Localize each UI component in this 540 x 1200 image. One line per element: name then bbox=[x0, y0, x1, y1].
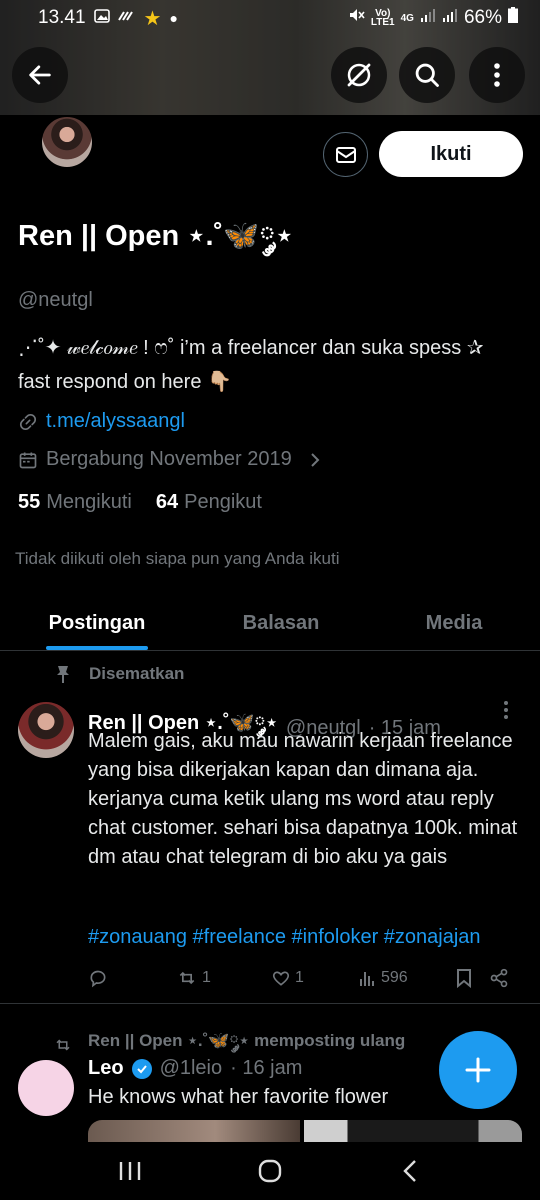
follow-counts: 55 Mengikuti 64 Pengikut bbox=[18, 491, 262, 514]
repost-author-avatar[interactable] bbox=[18, 1060, 74, 1116]
reply-button[interactable] bbox=[88, 968, 176, 988]
signal-icon-2 bbox=[442, 7, 458, 29]
signal-icon-1 bbox=[420, 7, 436, 29]
recent-apps-button[interactable] bbox=[100, 1151, 160, 1191]
verified-badge-icon bbox=[131, 1058, 152, 1079]
reply-icon bbox=[90, 970, 106, 988]
post-hashtags: #zonauang #freelance #infoloker #zonajaj… bbox=[88, 926, 533, 949]
profile-tabs: Postingan Balasan Media bbox=[0, 596, 540, 651]
tab-replies[interactable]: Balasan bbox=[194, 596, 368, 650]
profile-display-name: Ren || Open ⋆.˚🦋༘⋆ bbox=[18, 220, 294, 252]
pinned-label: Disematkan bbox=[55, 664, 184, 684]
hashtag-link[interactable]: #freelance bbox=[193, 926, 286, 948]
hashtag-link[interactable]: #infoloker bbox=[292, 926, 379, 948]
post-divider bbox=[0, 1003, 540, 1004]
battery-percent: 66% bbox=[463, 7, 502, 28]
link-icon bbox=[19, 413, 37, 430]
hashtag-link[interactable]: #zonauang bbox=[88, 926, 187, 948]
mail-icon bbox=[335, 146, 356, 163]
arrow-left-icon bbox=[29, 65, 51, 85]
home-icon bbox=[258, 1159, 282, 1183]
repost-time: · 16 jam bbox=[230, 1057, 303, 1079]
volte-indicator: Vo) LTE1 bbox=[370, 8, 395, 28]
gallery-icon bbox=[93, 8, 110, 28]
post-text: Malem gais, aku mau nawarin kerjaan free… bbox=[88, 730, 518, 868]
profile-link[interactable]: t.me/alyssaangl bbox=[46, 410, 185, 433]
profile-link-row: t.me/alyssaangl bbox=[18, 410, 185, 433]
back-button[interactable] bbox=[12, 47, 68, 103]
profile-bio: ⋰˚✦ 𝓌𝑒𝓁𝒸𝑜𝓂𝑒 ! ෆ˚ i’m a freelancer dan su… bbox=[18, 331, 528, 399]
battery-icon bbox=[508, 7, 518, 29]
more-options-button[interactable] bbox=[469, 47, 525, 103]
system-back-button[interactable] bbox=[380, 1151, 440, 1191]
repost-button[interactable]: 1 bbox=[176, 968, 271, 988]
pin-icon bbox=[57, 666, 69, 683]
calendar-icon bbox=[19, 452, 37, 468]
recent-apps-icon bbox=[119, 1162, 141, 1180]
profile-handle: @neutgl bbox=[18, 289, 93, 311]
dot-icon: ● bbox=[169, 10, 178, 26]
grok-icon bbox=[347, 63, 371, 87]
following-link[interactable]: 55 Mengikuti bbox=[18, 491, 132, 514]
post-actions: 1 1 596 bbox=[88, 965, 518, 991]
post-avatar[interactable] bbox=[18, 702, 74, 758]
joined-row[interactable]: Bergabung November 2019 bbox=[18, 448, 322, 471]
message-button[interactable] bbox=[323, 132, 368, 177]
grok-button[interactable] bbox=[331, 47, 387, 103]
joined-date: Bergabung November 2019 bbox=[46, 448, 292, 470]
repost-text: He knows what her favorite flower bbox=[88, 1086, 389, 1108]
repost-author[interactable]: Leo bbox=[88, 1057, 124, 1080]
views-icon bbox=[360, 972, 374, 986]
profile-avatar[interactable] bbox=[40, 115, 94, 169]
tab-posts[interactable]: Postingan bbox=[0, 596, 194, 650]
bookmark-icon bbox=[457, 969, 471, 988]
status-bar: 13.41 ★ ● Vo) LTE1 4G 66% bbox=[0, 0, 540, 36]
search-button[interactable] bbox=[399, 47, 455, 103]
like-count: 1 bbox=[295, 969, 304, 986]
signal-activity-icon bbox=[117, 8, 136, 28]
chevron-right-icon bbox=[311, 452, 320, 467]
post-more-button[interactable] bbox=[503, 700, 509, 726]
plus-icon bbox=[465, 1057, 491, 1083]
bio-line-1: ⋰˚✦ 𝓌𝑒𝓁𝒸𝑜𝓂𝑒 ! ෆ˚ i’m a freelancer dan su… bbox=[18, 337, 484, 359]
repost-count: 1 bbox=[202, 969, 211, 986]
share-button[interactable] bbox=[489, 968, 509, 988]
bio-line-2: fast respond on here 👇🏼 bbox=[18, 371, 232, 393]
mute-icon bbox=[347, 6, 365, 30]
views-button[interactable]: 596 bbox=[359, 969, 455, 987]
follow-button[interactable]: Ikuti bbox=[379, 131, 523, 177]
not-followed-notice: Tidak diikuti oleh siapa pun yang Anda i… bbox=[15, 549, 340, 568]
repost-header: Leo @1leio · 16 jam bbox=[88, 1057, 302, 1080]
compose-post-button[interactable] bbox=[439, 1031, 517, 1109]
like-button[interactable]: 1 bbox=[271, 968, 359, 988]
bookmark-button[interactable] bbox=[455, 968, 489, 988]
home-button[interactable] bbox=[240, 1151, 300, 1191]
views-count: 596 bbox=[381, 969, 408, 986]
repost-icon bbox=[179, 971, 195, 985]
star-icon: ★ bbox=[143, 7, 162, 30]
more-vertical-icon bbox=[504, 701, 508, 719]
repost-handle[interactable]: @1leio bbox=[160, 1057, 223, 1080]
chevron-left-icon bbox=[403, 1160, 416, 1182]
tab-media[interactable]: Media bbox=[368, 596, 540, 650]
search-icon bbox=[415, 63, 439, 87]
followers-link[interactable]: 64 Pengikut bbox=[156, 491, 262, 514]
more-vertical-icon bbox=[494, 63, 500, 87]
heart-icon bbox=[272, 971, 290, 986]
system-nav-bar bbox=[0, 1142, 540, 1200]
status-time: 13.41 bbox=[38, 7, 86, 28]
hashtag-link[interactable]: #zonajajan bbox=[384, 926, 481, 948]
repost-icon bbox=[56, 1039, 70, 1051]
share-icon bbox=[490, 968, 508, 988]
network-type: 4G bbox=[400, 12, 414, 24]
